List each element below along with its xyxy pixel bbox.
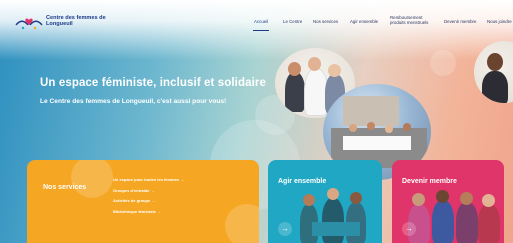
agir-ensemble-title: Agir ensemble: [278, 178, 327, 185]
nav-item-agir-ensemble[interactable]: Agir ensemble: [350, 19, 378, 24]
devenir-membre-card[interactable]: Devenir membre →: [392, 160, 504, 243]
nav-item-le-centre[interactable]: Le Centre: [283, 19, 302, 24]
nav-item-accueil[interactable]: Accueil: [254, 19, 268, 24]
decorative-flower: [430, 50, 456, 76]
service-link-espace[interactable]: Un espace pour toutes les femmes →: [113, 177, 184, 183]
devenir-membre-arrow-button[interactable]: →: [402, 222, 416, 236]
service-link-activites[interactable]: Activités de groupe →: [113, 199, 184, 204]
hero-banner: Centre des femmes de Longueuil Accueil L…: [0, 0, 513, 243]
hero-subtitle: Le Centre des femmes de Longueuil, c'est…: [40, 98, 227, 105]
nav-item-nous-joindre[interactable]: Nous joindre: [487, 19, 512, 24]
agir-photo: [292, 188, 372, 243]
service-link-groupes[interactable]: Groupes d'entraide →: [113, 188, 184, 194]
services-title: Nos services: [43, 184, 87, 191]
agir-ensemble-arrow-button[interactable]: →: [278, 222, 292, 236]
service-link-bibliotheque[interactable]: Bibliothèque féministe →: [113, 209, 184, 215]
decorative-flower: [71, 160, 113, 198]
services-list: Un espace pour toutes les femmes → Group…: [113, 177, 184, 220]
hero-title: Un espace féministe, inclusif et solidai…: [40, 77, 266, 89]
nav-item-remboursement[interactable]: Remboursement produits menstruels: [390, 15, 438, 25]
membre-photo: [406, 190, 502, 243]
nav-item-nos-services[interactable]: Nos services: [313, 19, 338, 24]
active-nav-indicator: [253, 30, 269, 31]
devenir-membre-title: Devenir membre: [402, 178, 457, 185]
agir-ensemble-card[interactable]: Agir ensemble →: [268, 160, 382, 243]
services-card[interactable]: Nos services Un espace pour toutes les f…: [27, 160, 259, 243]
nav-item-devenir-membre[interactable]: Devenir membre: [444, 19, 476, 24]
decorative-flower: [225, 204, 259, 243]
